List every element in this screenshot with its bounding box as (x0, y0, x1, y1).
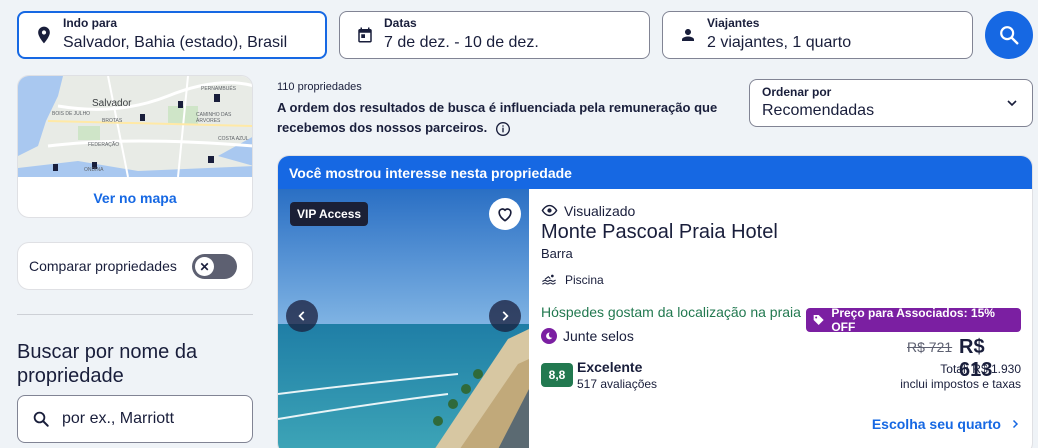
stamp-icon (541, 328, 557, 344)
travelers-label: Viajantes (707, 16, 760, 30)
sort-label: Ordenar por (762, 85, 832, 99)
map-label: CAMINHO DAS ÁRVORES (196, 112, 232, 124)
property-info: Visualizado Monte Pascoal Praia Hotel Ba… (541, 189, 1021, 448)
amenity-label: Piscina (565, 273, 604, 287)
original-price: R$ 721 (907, 339, 953, 355)
member-price-text: Preço para Associados: 15% OFF (831, 306, 995, 334)
favorite-button[interactable] (489, 198, 521, 230)
map-label-city: Salvador (92, 98, 132, 109)
choose-room-label: Escolha seu quarto (871, 416, 1001, 432)
dates-label: Datas (384, 16, 417, 30)
vip-access-badge: VIP Access (290, 202, 369, 226)
map-preview[interactable]: Salvador BOIS DE JULHO BROTAS PERNAMBUÉS… (18, 76, 252, 177)
map-label: PERNAMBUÉS (201, 86, 237, 92)
location-pin-icon (33, 24, 55, 46)
dates-field[interactable]: Datas 7 de dez. - 10 de dez. (339, 11, 650, 59)
close-icon: ✕ (195, 257, 214, 276)
travelers-field[interactable]: Viajantes 2 viajantes, 1 quarto (662, 11, 973, 59)
info-icon[interactable] (495, 121, 511, 137)
destination-value: Salvador, Bahia (estado), Brasil (63, 34, 288, 51)
rating-label: Excelente (577, 359, 643, 375)
name-search-heading: Buscar por nome da propriedade (17, 341, 198, 387)
member-price-badge: Preço para Associados: 15% OFF (806, 306, 1021, 334)
sort-dropdown[interactable]: Ordenar por Recomendadas (749, 79, 1033, 127)
map-card[interactable]: Salvador BOIS DE JULHO BROTAS PERNAMBUÉS… (17, 75, 253, 218)
heart-icon (498, 208, 512, 222)
next-photo-button[interactable] (489, 300, 521, 332)
property-photo[interactable]: VIP Access (278, 189, 529, 448)
chevron-right-icon (502, 311, 509, 321)
choose-room-link[interactable]: Escolha seu quarto (872, 416, 1021, 432)
name-search-input[interactable] (62, 410, 232, 428)
chevron-right-icon (1012, 419, 1019, 429)
search-icon (1000, 26, 1019, 45)
results-count: 110 propriedades (277, 81, 362, 93)
compare-toggle[interactable]: ✕ (192, 254, 237, 279)
interest-banner: Você mostrou interesse nesta propriedade (278, 156, 1032, 189)
destination-field[interactable]: Indo para Salvador, Bahia (estado), Bras… (17, 11, 327, 59)
map-label: COSTA AZUL (218, 136, 249, 142)
compare-label: Comparar propriedades (29, 258, 177, 274)
chevron-down-icon (1007, 100, 1017, 107)
property-area: Barra (541, 246, 573, 261)
collect-stamps: Junte selos (541, 328, 634, 344)
amenity-pool: Piscina (541, 272, 604, 288)
destination-label: Indo para (63, 16, 118, 30)
search-button[interactable] (985, 11, 1033, 59)
travelers-value: 2 viajantes, 1 quarto (707, 34, 852, 51)
review-count: 517 avaliações (577, 377, 658, 391)
search-icon (33, 411, 49, 427)
map-label: BROTAS (102, 118, 123, 124)
pool-icon (542, 274, 556, 285)
map-label: BOIS DE JULHO (52, 111, 91, 117)
total-price: Total: R$ 1.930 (940, 362, 1021, 376)
view-map-link[interactable]: Ver no mapa (18, 177, 252, 217)
taxes-note: inclui impostos e taxas (900, 377, 1021, 391)
location-highlight: Hóspedes gostam da localização na praia (541, 304, 801, 320)
person-icon (677, 24, 699, 46)
stamps-label: Junte selos (563, 328, 634, 344)
map-label: FEDERAÇÃO (88, 142, 120, 148)
property-card[interactable]: Você mostrou interesse nesta propriedade (277, 155, 1033, 448)
name-search-field[interactable] (17, 395, 253, 443)
viewed-indicator: Visualizado (541, 202, 635, 219)
sort-value: Recomendadas (762, 102, 875, 119)
property-name[interactable]: Monte Pascoal Praia Hotel (541, 221, 778, 244)
viewed-label: Visualizado (564, 202, 636, 219)
dates-value: 7 de dez. - 10 de dez. (384, 34, 539, 51)
previous-photo-button[interactable] (286, 300, 318, 332)
map-label: ONDINA (84, 167, 104, 173)
compare-properties-card[interactable]: Comparar propriedades ✕ (17, 242, 253, 290)
tag-icon (813, 315, 824, 325)
chevron-left-icon (298, 311, 305, 321)
ranking-disclaimer: A ordem dos resultados de busca é influe… (277, 98, 747, 138)
rating-score: 8,8 (541, 363, 573, 387)
calendar-icon (354, 24, 376, 46)
sidebar-divider (17, 314, 253, 315)
eye-icon (541, 204, 558, 217)
